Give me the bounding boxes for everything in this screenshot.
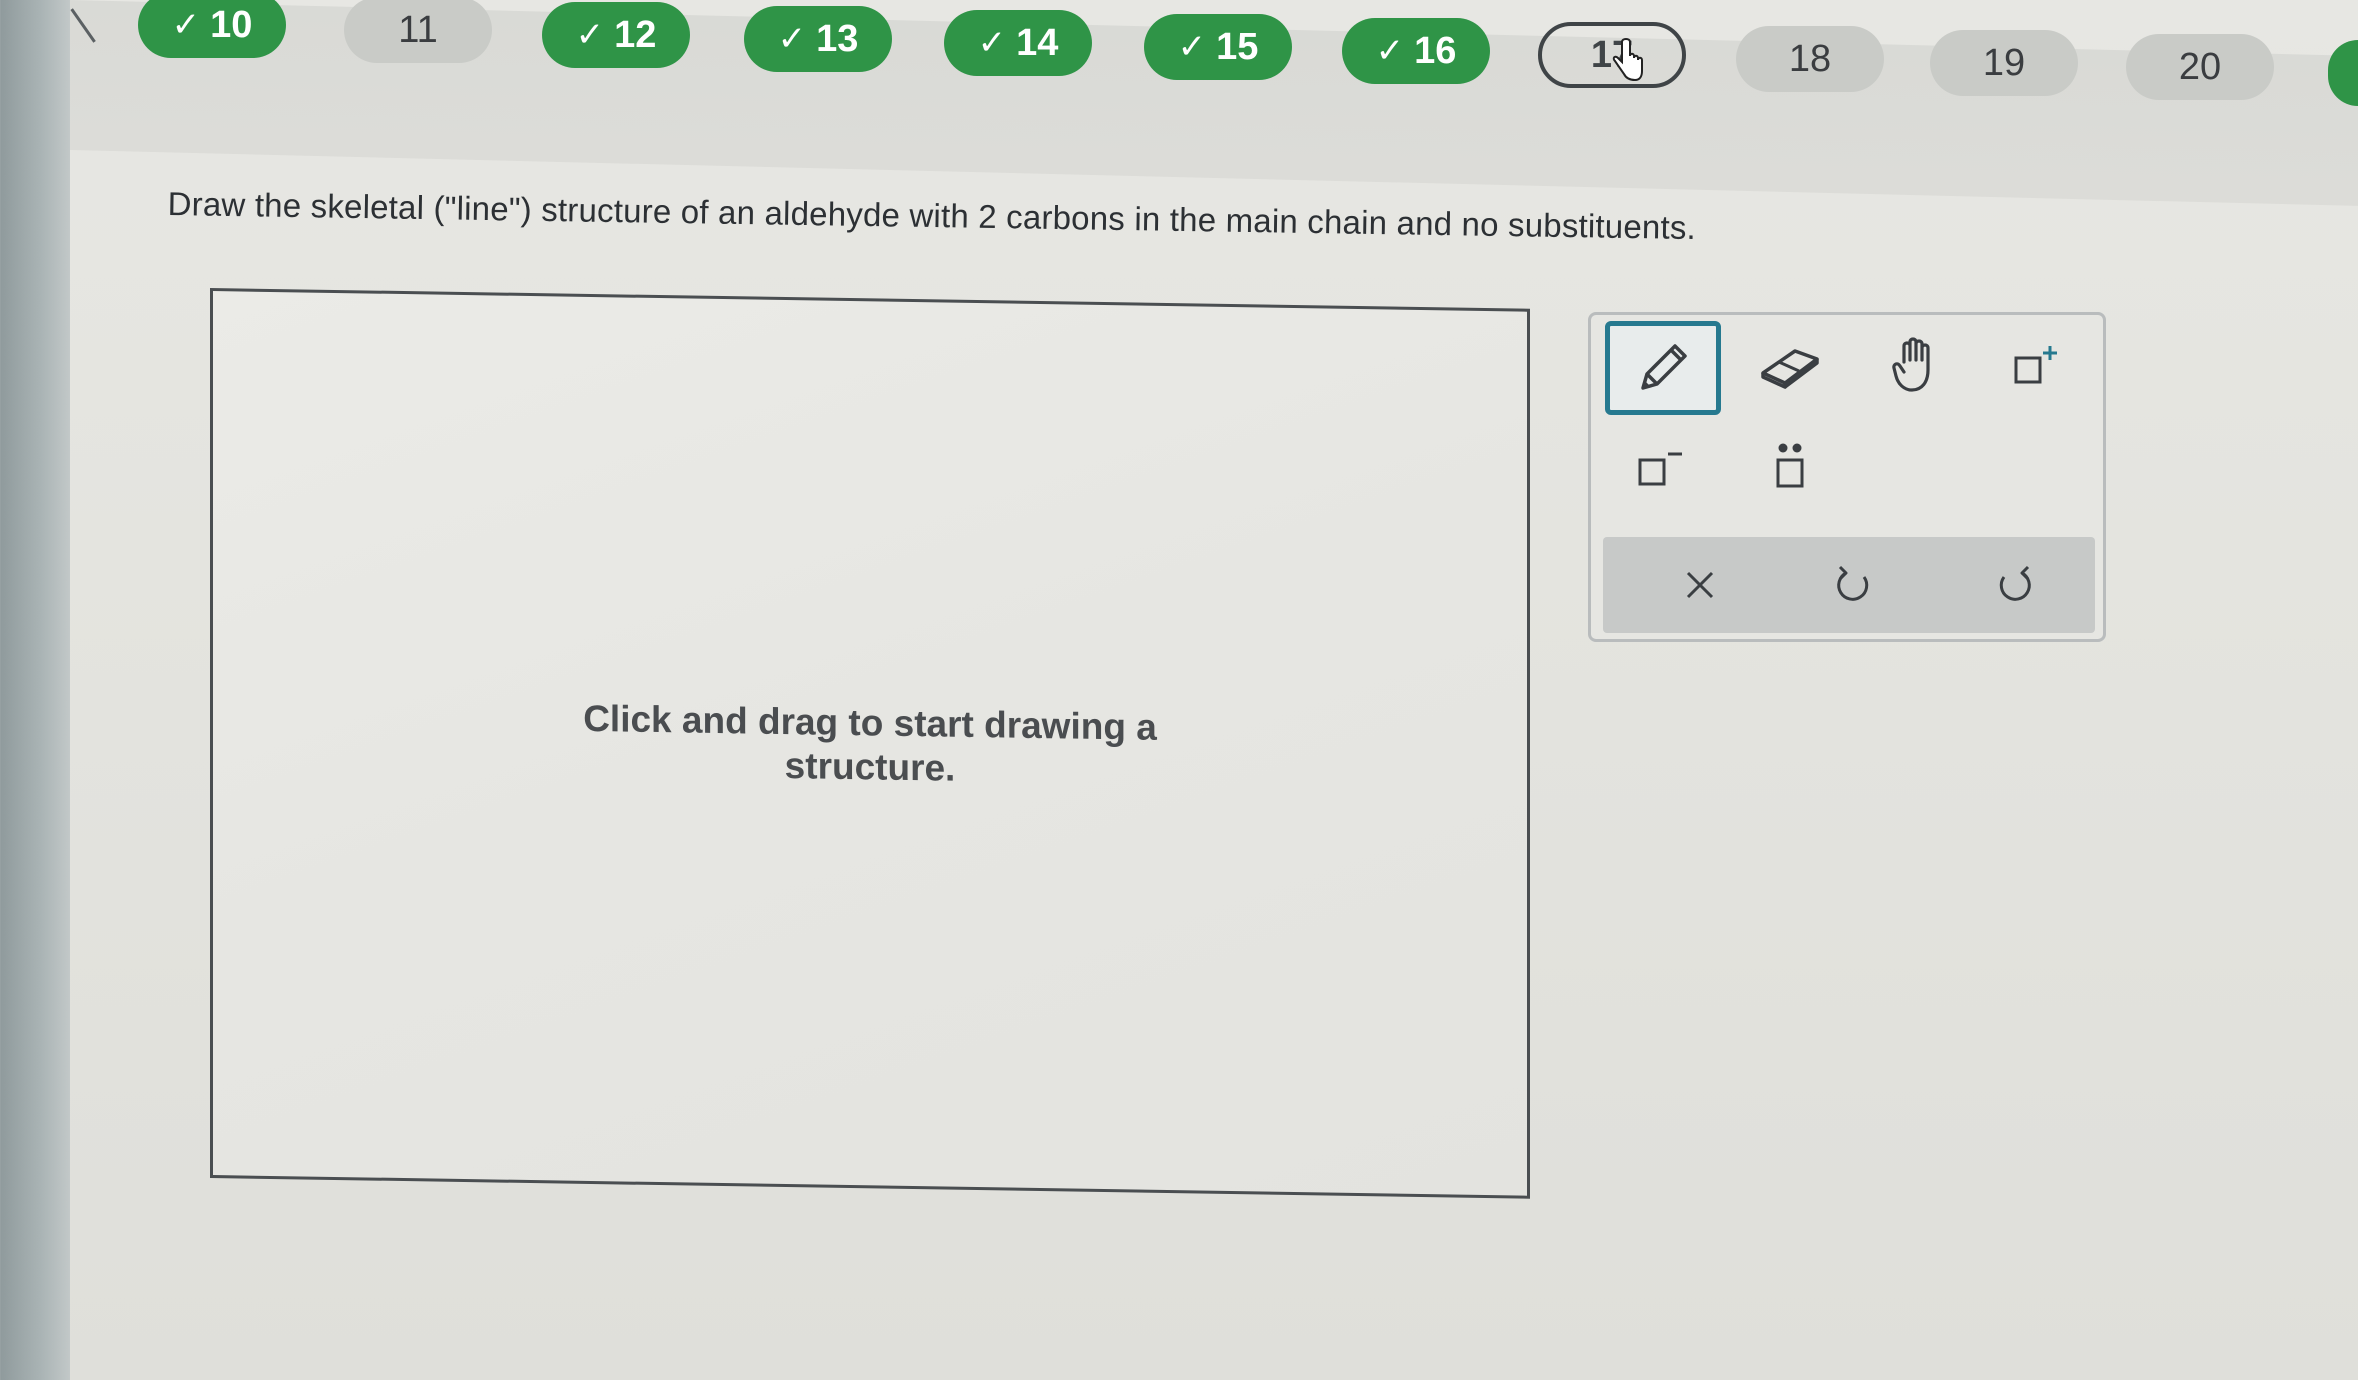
redo-button[interactable] (1959, 537, 2069, 633)
pencil-icon (1641, 344, 1687, 390)
question-16-button[interactable]: ✓ 16 (1342, 18, 1490, 84)
question-number: 11 (398, 8, 438, 51)
canvas-hint: Click and drag to start drawing a struct… (213, 691, 1527, 800)
eraser-tool[interactable] (1735, 321, 1845, 411)
drawing-toolbox (1588, 312, 2106, 642)
hand-tool[interactable] (1863, 321, 1973, 411)
pencil-tool[interactable] (1605, 321, 1721, 415)
question-14-button[interactable]: ✓ 14 (944, 10, 1092, 76)
question-number: 20 (2178, 45, 2222, 88)
check-icon: ✓ (575, 16, 605, 54)
question-number: 12 (614, 13, 657, 56)
question-10-button[interactable]: ✓ 10 (138, 0, 286, 58)
eraser-icon (1761, 349, 1819, 389)
question-number: 18 (1788, 37, 1832, 80)
question-number: 16 (1414, 29, 1457, 72)
positive-charge-tool[interactable] (1981, 321, 2091, 411)
toolbox-actions (1603, 537, 2095, 633)
question-number: 15 (1216, 25, 1259, 68)
question-number: 13 (816, 17, 859, 60)
check-icon: ✓ (977, 24, 1007, 62)
check-icon: ✓ (1177, 28, 1207, 66)
negative-charge-icon (1638, 452, 1682, 486)
question-12-button[interactable]: ✓ 12 (542, 2, 690, 68)
redo-icon (1999, 565, 2031, 601)
question-number: 19 (1982, 41, 2026, 84)
question-11-button[interactable]: 11 (344, 0, 492, 63)
question-navigation: ✓ 10 11 ✓ 12 ✓ 13 ✓ 14 ✓ 15 ✓ 16 17 18 1… (0, 0, 2358, 160)
close-icon (1686, 571, 1714, 599)
question-number: 10 (210, 3, 253, 46)
positive-charge-icon (2014, 346, 2057, 384)
question-15-button[interactable]: ✓ 15 (1144, 14, 1292, 80)
question-number: 14 (1016, 21, 1059, 64)
check-icon: ✓ (777, 20, 807, 58)
question-19-button[interactable]: 19 (1930, 30, 2078, 96)
lone-pair-tool[interactable] (1735, 423, 1845, 513)
question-20-button[interactable]: 20 (2126, 34, 2274, 100)
question-13-button[interactable]: ✓ 13 (744, 6, 892, 72)
hand-icon (1892, 337, 1930, 392)
lone-pair-icon (1776, 443, 1804, 488)
check-icon: ✓ (1375, 32, 1405, 70)
negative-charge-tool[interactable] (1605, 423, 1715, 513)
undo-icon (1837, 565, 1869, 601)
clear-button[interactable] (1645, 537, 1755, 633)
undo-button[interactable] (1799, 537, 1909, 633)
check-icon: ✓ (171, 6, 201, 44)
pointer-hand-icon (1610, 38, 1644, 89)
question-18-button[interactable]: 18 (1736, 26, 1884, 92)
drawing-canvas[interactable]: Click and drag to start drawing a struct… (210, 288, 1530, 1199)
